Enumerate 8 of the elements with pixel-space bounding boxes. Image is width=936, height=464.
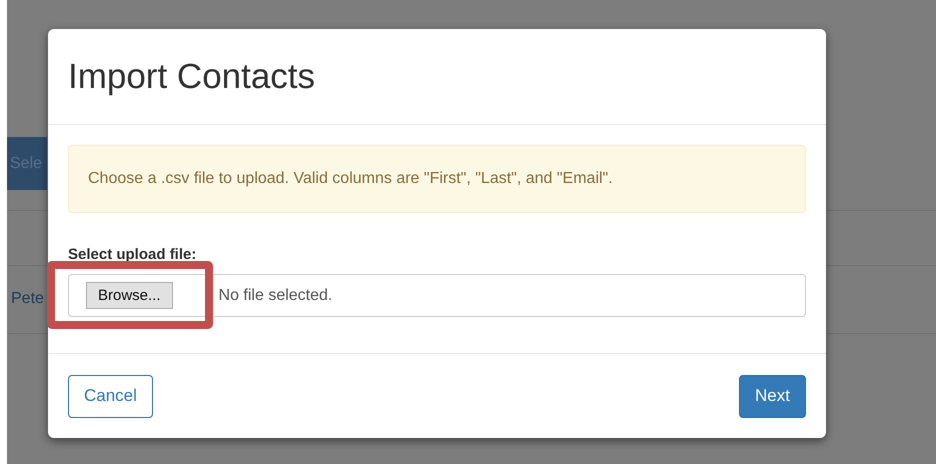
cancel-button[interactable]: Cancel xyxy=(68,374,153,418)
next-button[interactable]: Next xyxy=(739,374,806,418)
info-alert: Choose a .csv file to upload. Valid columns are "First", "Last", and "Email". xyxy=(68,145,806,213)
file-status: No file selected. xyxy=(218,286,332,304)
dialog-title: Import Contacts xyxy=(68,56,316,96)
file-input[interactable]: Browse... No file selected. xyxy=(68,274,806,317)
browse-button[interactable]: Browse... xyxy=(86,282,173,309)
field-label: Select upload file: xyxy=(68,246,198,263)
